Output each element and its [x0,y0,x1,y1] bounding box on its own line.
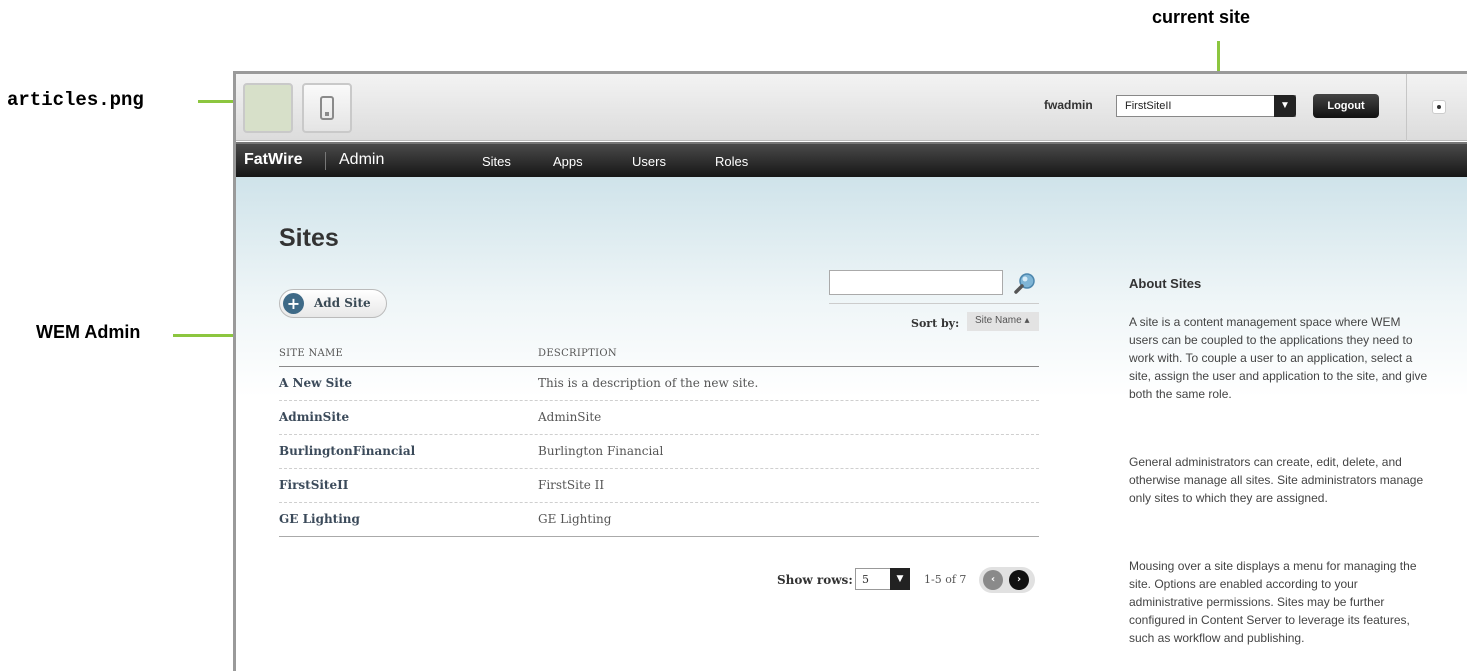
nav-item-sites[interactable]: Sites [482,154,511,169]
device-icon [320,96,334,120]
add-site-label: Add Site [314,296,371,310]
divider [325,152,326,170]
site-description-cell: GE Lighting [538,512,612,526]
nav-item-apps[interactable]: Apps [553,154,583,169]
table-row[interactable]: AdminSite AdminSite [279,401,1039,435]
site-name-cell[interactable]: BurlingtonFinancial [279,444,415,458]
chevron-down-icon[interactable]: ▼ [1274,95,1296,117]
username-label: fwadmin [1044,98,1093,112]
sort-select[interactable]: Site Name ▴ [967,312,1039,331]
site-name-cell[interactable]: A New Site [279,376,352,390]
divider [1406,74,1407,141]
table-row[interactable]: GE Lighting GE Lighting [279,503,1039,537]
site-description-cell: FirstSite II [538,478,605,492]
page-range-text: 1-5 of 7 [924,573,967,586]
nav-item-users[interactable]: Users [632,154,666,169]
admin-app-icon[interactable] [302,83,352,133]
about-paragraph: A site is a content management space whe… [1129,315,1428,401]
brand-logo: FatWire [244,151,303,168]
callout-wem-admin: WEM Admin [36,322,141,342]
section-label: Admin [339,151,385,168]
page-title: Sites [279,224,339,252]
current-site-value: FirstSiteII [1125,100,1172,112]
logout-button[interactable]: Logout [1313,94,1379,118]
table-row[interactable]: FirstSiteII FirstSite II [279,469,1039,503]
nav-item-roles[interactable]: Roles [715,154,748,169]
about-paragraph: Mousing over a site displays a menu for … [1129,559,1417,645]
plus-icon: + [283,293,304,314]
menu-dot-icon[interactable] [1432,100,1446,114]
pager: ‹ › [979,567,1035,593]
search-icon[interactable] [1013,271,1037,295]
rows-per-page-value: 5 [862,573,869,586]
top-bar: fwadmin FirstSiteII ▼ Logout [236,74,1467,141]
callout-current-site: current site [1152,7,1251,27]
chevron-down-icon[interactable]: ▼ [890,568,910,590]
about-paragraph: General administrators can create, edit,… [1129,455,1424,505]
add-site-button[interactable]: + Add Site [279,289,387,318]
rows-per-page-select[interactable]: 5 ▼ [855,568,910,590]
column-header-description: DESCRIPTION [538,348,617,359]
nav-bar: FatWire Admin Sites Apps Users Roles [236,142,1467,177]
previous-page-icon[interactable]: ‹ [983,570,1003,590]
divider [829,303,1039,304]
callout-articles-png: articles.png [7,89,144,111]
next-page-icon[interactable]: › [1009,570,1029,590]
site-description-cell: Burlington Financial [538,444,664,458]
main-content: Sites + Add Site Sort by: Site Name ▴ SI… [236,177,1467,671]
site-description-cell: This is a description of the new site. [538,376,759,390]
articles-app-icon[interactable] [243,83,293,133]
about-title: About Sites [1129,276,1202,291]
site-name-cell[interactable]: GE Lighting [279,512,360,526]
app-window: fwadmin FirstSiteII ▼ Logout FatWire Adm… [233,71,1467,671]
show-rows-label: Show rows: [777,573,853,587]
site-description-cell: AdminSite [538,410,602,424]
sort-by-label: Sort by: [911,317,960,330]
column-header-site-name[interactable]: SITE NAME [279,348,343,359]
table-row[interactable]: A New Site This is a description of the … [279,367,1039,401]
site-name-cell[interactable]: AdminSite [279,410,349,424]
site-name-cell[interactable]: FirstSiteII [279,478,348,492]
table-row[interactable]: BurlingtonFinancial Burlington Financial [279,435,1039,469]
search-input[interactable] [829,270,1003,295]
current-site-select[interactable]: FirstSiteII ▼ [1116,95,1296,117]
